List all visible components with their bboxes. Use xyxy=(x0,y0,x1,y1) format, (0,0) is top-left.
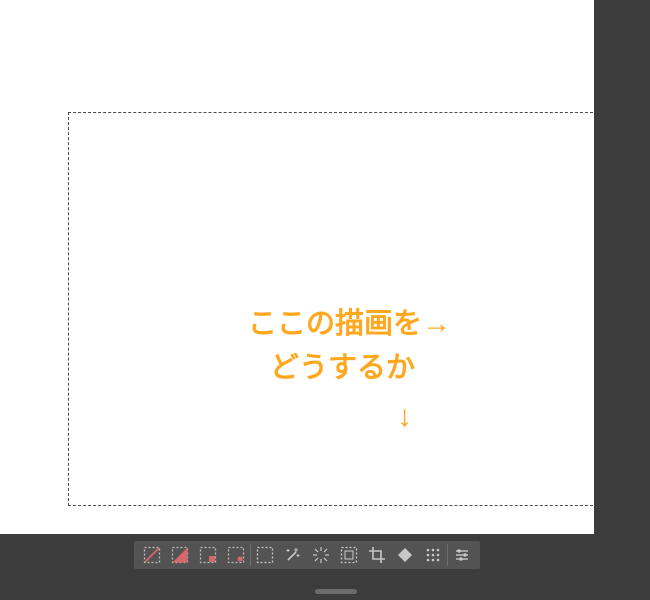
diamond-button[interactable] xyxy=(391,542,419,568)
select-box-icon xyxy=(256,546,274,564)
select-add-icon xyxy=(227,546,245,564)
annotation-arrow-down: ↓ xyxy=(397,394,412,441)
magic-sparkle-icon xyxy=(284,546,302,564)
select-dotted-icon xyxy=(199,546,217,564)
crop-button[interactable] xyxy=(363,542,391,568)
border-variant-button[interactable] xyxy=(335,542,363,568)
select-gradient-button[interactable] xyxy=(166,542,194,568)
workspace: ここの描画を→ どうするか ↓ xyxy=(0,0,650,600)
bottom-panel xyxy=(0,534,650,600)
crop-icon xyxy=(368,546,386,564)
select-box-button[interactable] xyxy=(251,542,279,568)
annotation-line-2: どうするか xyxy=(270,346,415,391)
pattern-dots-icon xyxy=(424,546,442,564)
select-gradient-icon xyxy=(171,546,189,564)
toolbar xyxy=(134,541,480,569)
select-none-button[interactable] xyxy=(138,542,166,568)
pattern-dots-button[interactable] xyxy=(419,542,447,568)
select-add-button[interactable] xyxy=(222,542,250,568)
radial-burst-icon xyxy=(312,546,330,564)
right-panel xyxy=(594,0,650,600)
select-none-icon xyxy=(143,546,161,564)
radial-burst-button[interactable] xyxy=(307,542,335,568)
border-variant-icon xyxy=(340,546,358,564)
select-dotted-button[interactable] xyxy=(194,542,222,568)
controls-icon xyxy=(453,546,471,564)
annotation-line-1: ここの描画を→ xyxy=(248,302,451,347)
panel-grab-handle[interactable] xyxy=(315,589,357,594)
magic-sparkle-button[interactable] xyxy=(279,542,307,568)
controls-button[interactable] xyxy=(448,542,476,568)
diamond-icon xyxy=(396,546,414,564)
